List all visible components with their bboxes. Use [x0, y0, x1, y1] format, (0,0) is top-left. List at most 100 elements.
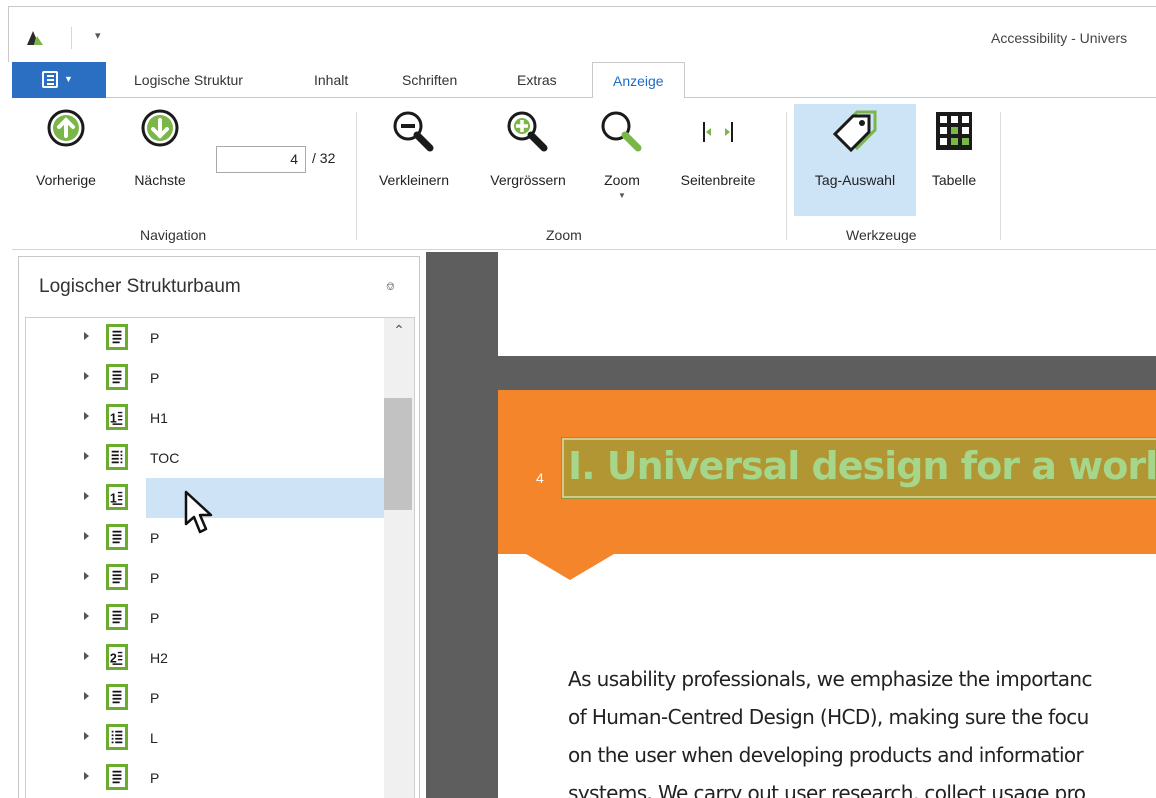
tag-select-button[interactable]: Tag-Auswahl [794, 98, 916, 210]
tree-item-label: P [150, 530, 160, 546]
scrollbar-thumb[interactable] [384, 398, 412, 510]
body-line: on the user when developing products and… [568, 743, 1084, 767]
paragraph-tag-icon [106, 684, 128, 710]
arrow-up-circle-icon [47, 109, 85, 147]
tree-item-label: P [150, 770, 160, 786]
tree-item[interactable]: P [26, 598, 384, 638]
tree-item-label: P [150, 690, 160, 706]
next-label: Nächste [134, 172, 186, 188]
expand-arrow-icon[interactable] [84, 612, 89, 620]
tree-item[interactable]: P [26, 558, 384, 598]
next-button[interactable]: Nächste [120, 98, 200, 210]
expand-arrow-icon[interactable] [84, 332, 89, 340]
tree-item-label: P [150, 570, 160, 586]
structure-tree: P P 1 H1 TOC 1 H1 P P P 2 H2 P L P ⌃ [25, 317, 415, 798]
body-line: As usability professionals, we emphasize… [568, 667, 1092, 691]
banner-notch [526, 554, 614, 580]
group-separator [1000, 112, 1001, 240]
paragraph-tag-icon [106, 524, 128, 550]
arrow-down-circle-icon [141, 109, 179, 147]
chevron-down-icon: ▼ [618, 191, 626, 200]
scroll-up-icon[interactable]: ⌃ [384, 322, 414, 339]
file-menu-button[interactable]: ▼ [12, 62, 106, 98]
app-logo-icon [27, 31, 43, 45]
tree-item[interactable]: 2 H2 [26, 638, 384, 678]
page-total: / 32 [312, 150, 336, 166]
paragraph-tag-icon [106, 324, 128, 350]
zoom-in-button[interactable]: Vergrössern [476, 98, 580, 210]
tree-item[interactable]: P [26, 678, 384, 718]
zoom-dropdown-button[interactable]: Zoom ▼ [592, 98, 652, 210]
page-width-label: Seitenbreite [680, 172, 756, 188]
group-label-navigation: Navigation [140, 227, 207, 243]
table-icon [936, 112, 972, 150]
page-number: 4 [536, 470, 544, 486]
expand-arrow-icon[interactable] [84, 772, 89, 780]
tree-item[interactable]: P [26, 318, 384, 358]
tree-item-label: P [150, 330, 160, 346]
expand-arrow-icon[interactable] [84, 372, 89, 380]
expand-arrow-icon[interactable] [84, 412, 89, 420]
expand-arrow-icon[interactable] [84, 732, 89, 740]
tab-inhalt[interactable]: Inhalt [314, 72, 348, 88]
tree-item[interactable]: TOC [26, 438, 384, 478]
page-header-band [498, 356, 1156, 390]
table-button[interactable]: Tabelle [922, 98, 986, 210]
tree-item-label: H2 [150, 650, 168, 666]
tree-item[interactable]: L [26, 718, 384, 758]
zoom-out-icon [393, 111, 434, 152]
tag-icon [832, 110, 877, 153]
tab-extras[interactable]: Extras [517, 72, 557, 88]
group-separator [356, 112, 357, 240]
panel-title: Logischer Strukturbaum [39, 276, 241, 297]
scrollbar[interactable] [384, 318, 414, 798]
table-label: Tabelle [931, 172, 977, 188]
zoom-out-button[interactable]: Verkleinern [366, 98, 462, 210]
paragraph-tag-icon [106, 764, 128, 790]
tree-item-label: P [150, 370, 160, 386]
group-separator [786, 112, 787, 240]
expand-arrow-icon[interactable] [84, 692, 89, 700]
expand-arrow-icon[interactable] [84, 572, 89, 580]
zoom-icon [601, 111, 642, 152]
ribbon: Vorherige Nächste 4 / 32 Navigation Verk… [12, 98, 1156, 250]
zoom-in-label: Vergrössern [490, 172, 566, 188]
tab-logische-struktur[interactable]: Logische Struktur [134, 72, 243, 88]
tree-item-label: P [150, 610, 160, 626]
previous-label: Vorherige [36, 172, 96, 188]
title-bar: ▾ Accessibility - Univers [8, 6, 1156, 62]
tree-item[interactable]: P [26, 358, 384, 398]
tree-item[interactable]: P [26, 758, 384, 798]
paragraph-tag-icon [106, 604, 128, 630]
page-number-input[interactable]: 4 [216, 146, 306, 173]
pin-icon[interactable]: ⎊ [386, 281, 395, 294]
previous-button[interactable]: Vorherige [26, 98, 106, 210]
file-menu-icon [42, 71, 58, 88]
tab-schriften[interactable]: Schriften [402, 72, 457, 88]
body-line: systems. We carry out user research, col… [568, 781, 1086, 798]
tab-anzeige[interactable]: Anzeige [592, 62, 685, 99]
zoom-out-label: Verkleinern [378, 172, 450, 188]
heading1-tag-icon: 1 [106, 404, 128, 430]
toc-tag-icon [106, 444, 128, 470]
quick-access-dropdown-icon[interactable]: ▾ [95, 29, 101, 42]
paragraph-tag-icon [106, 564, 128, 590]
tree-item-label: H1 [150, 410, 168, 426]
structure-tree-panel: Logischer Strukturbaum ⎊ P P 1 H1 TOC 1 H1 P P P 2… [18, 256, 420, 798]
ribbon-tab-bar: ▼ Logische Struktur Inhalt Schriften Ext… [12, 62, 1156, 99]
group-label-werkzeuge: Werkzeuge [846, 227, 917, 243]
expand-arrow-icon[interactable] [84, 532, 89, 540]
heading1-tag-icon: 1 [106, 484, 128, 510]
expand-arrow-icon[interactable] [84, 652, 89, 660]
window-title: Accessibility - Univers [991, 30, 1128, 46]
expand-arrow-icon[interactable] [84, 452, 89, 460]
heading2-tag-icon: 2 [106, 644, 128, 670]
mouse-cursor-icon [184, 490, 213, 534]
tree-item[interactable]: 1 H1 [26, 398, 384, 438]
zoom-label: Zoom [604, 172, 640, 188]
page-width-button[interactable]: Seitenbreite [666, 98, 770, 210]
chevron-down-icon: ▼ [64, 74, 73, 84]
tree-item-label: L [150, 730, 158, 746]
expand-arrow-icon[interactable] [84, 492, 89, 500]
body-line: of Human-Centred Design (HCD), making su… [568, 705, 1089, 729]
